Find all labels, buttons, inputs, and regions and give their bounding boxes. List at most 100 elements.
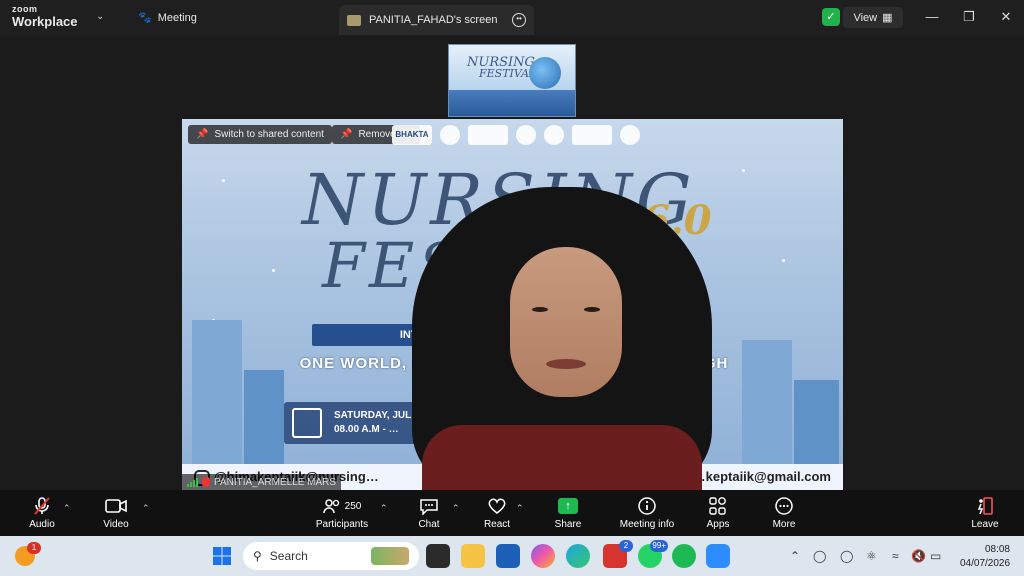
audio-options-caret-icon[interactable]: ⌃ xyxy=(63,503,71,514)
sponsor-logo-2 xyxy=(440,125,460,145)
tray-icon-3[interactable]: ⚛ xyxy=(866,549,877,563)
edge-browser-icon[interactable] xyxy=(566,544,590,568)
tray-overflow-icon[interactable]: ⌃ xyxy=(790,549,800,563)
more-dots-icon xyxy=(774,496,794,516)
windows-taskbar: 1 ⚲ Search 2 99+ ⌃ ◯ ◯ ⚛ ≈ 🔇 ▭ 08:08 04/… xyxy=(0,536,1024,576)
view-label: View xyxy=(853,11,878,24)
search-highlight-image xyxy=(371,547,409,565)
chat-bubble-icon xyxy=(419,496,439,516)
windows-start-icon[interactable] xyxy=(210,544,234,568)
slide-contact-right: …keptaiik@gmail.com xyxy=(692,469,831,484)
shared-content-thumbnail[interactable]: NURSING FESTIVAL xyxy=(448,44,576,117)
more-button[interactable]: More xyxy=(744,490,824,536)
restore-icon[interactable]: ❐ xyxy=(961,9,977,25)
globe-graphic xyxy=(529,57,561,89)
search-icon: ⚲ xyxy=(253,549,262,563)
video-label: Video xyxy=(103,519,129,530)
slide-time: 08.00 A.M - … xyxy=(334,424,399,435)
chevron-down-icon[interactable]: ⌄ xyxy=(96,11,104,22)
thumb-title-2: FESTIVAL xyxy=(479,67,537,80)
meeting-tab[interactable]: 🐾 Meeting xyxy=(138,11,197,25)
grid-icon: ▦ xyxy=(882,12,893,24)
participants-count: 250 xyxy=(344,500,362,512)
minimize-icon[interactable]: — xyxy=(924,9,940,24)
apps-label: Apps xyxy=(706,519,730,530)
participants-label: Participants xyxy=(315,519,369,530)
zoom-app-icon[interactable] xyxy=(706,544,730,568)
share-screen-icon: ↑ xyxy=(558,496,578,516)
screen-thumbnail-icon xyxy=(347,14,361,26)
share-button[interactable]: ↑ Share xyxy=(528,490,608,536)
pin-icon: 📌 xyxy=(196,129,209,140)
store-icon[interactable] xyxy=(496,544,520,568)
title-bar: zoom Workplace ⌄ 🐾 Meeting PANITIA_FAHAD… xyxy=(0,0,1024,36)
pin-icon: 📌 xyxy=(340,129,353,140)
meeting-stage: NURSING FESTIVAL NURSING FESTIVAL 6.0 IN… xyxy=(0,36,1024,490)
volume-muted-icon[interactable]: 🔇 xyxy=(911,549,926,563)
logo-big: Workplace xyxy=(12,14,78,29)
clock-time: 08:08 xyxy=(984,544,1010,555)
sponsor-logos: BHAKTA xyxy=(392,125,640,145)
mic-muted-icon xyxy=(202,477,210,487)
sponsor-logo-4 xyxy=(516,125,536,145)
audio-label: Audio xyxy=(29,519,55,530)
react-label: React xyxy=(483,519,511,530)
calendar-icon xyxy=(292,408,322,438)
logo-small: zoom xyxy=(12,4,38,14)
battery-icon[interactable]: ▭ xyxy=(930,549,941,563)
leave-button[interactable]: Leave xyxy=(945,490,1024,536)
face xyxy=(510,247,622,397)
sponsor-logo-7 xyxy=(620,125,640,145)
tray-icon-2[interactable]: ◯ xyxy=(840,549,853,563)
sponsor-logo-3 xyxy=(468,125,508,145)
spotify-icon[interactable] xyxy=(672,544,696,568)
sponsor-logo-6 xyxy=(572,125,612,145)
participants-options-caret-icon[interactable]: ⌃ xyxy=(380,503,388,514)
taskbar-search[interactable]: ⚲ Search xyxy=(243,542,419,570)
clock-date: 04/07/2026 xyxy=(960,558,1011,569)
react-button[interactable]: React xyxy=(457,490,537,536)
shield-check-icon[interactable]: ✓ xyxy=(822,8,840,26)
mic-muted-icon xyxy=(33,496,51,516)
shared-screen-tab[interactable]: PANITIA_FAHAD's screen •• xyxy=(339,5,534,35)
meeting-info-label: Meeting info xyxy=(619,519,675,530)
switch-to-shared-content-button[interactable]: 📌 Switch to shared content xyxy=(188,125,332,144)
weather-widget-icon[interactable]: 1 xyxy=(15,542,41,566)
view-button[interactable]: View ▦ xyxy=(843,7,903,28)
participants-button[interactable]: 250 Participants xyxy=(302,490,382,536)
system-clock[interactable]: 08:08 04/07/2026 xyxy=(960,543,1010,571)
more-options-icon[interactable]: •• xyxy=(512,13,526,27)
more-label: More xyxy=(772,519,796,530)
whatsapp-icon[interactable]: 99+ xyxy=(638,540,668,568)
leave-label: Leave xyxy=(971,519,999,530)
pinned-video[interactable]: NURSING FESTIVAL 6.0 INTERNATIONAL NU… …… xyxy=(182,119,843,490)
task-view-icon[interactable] xyxy=(426,544,450,568)
l-app-badge: 2 xyxy=(619,540,633,552)
react-options-caret-icon[interactable]: ⌃ xyxy=(516,503,524,514)
whatsapp-badge: 99+ xyxy=(650,540,668,552)
tray-icon-1[interactable]: ◯ xyxy=(813,549,826,563)
copilot-icon[interactable] xyxy=(531,544,555,568)
close-icon[interactable]: ✕ xyxy=(998,9,1014,25)
info-icon xyxy=(637,496,657,516)
share-label: Share xyxy=(554,519,582,530)
l-app-icon[interactable]: 2 xyxy=(603,540,633,568)
meeting-info-button[interactable]: Meeting info xyxy=(607,490,687,536)
heart-icon xyxy=(487,496,507,516)
thumb-footer-strip xyxy=(449,90,575,116)
chat-label: Chat xyxy=(418,519,440,530)
video-options-caret-icon[interactable]: ⌃ xyxy=(142,503,150,514)
sponsor-logo-5 xyxy=(544,125,564,145)
slide-date: SATURDAY, JUL… xyxy=(334,410,422,421)
file-explorer-icon[interactable] xyxy=(461,544,485,568)
wifi-icon[interactable]: ≈ xyxy=(892,549,899,563)
participant-video-figure xyxy=(412,187,712,490)
participants-icon: 250 xyxy=(322,496,362,516)
participant-name: PANITIA_ARMELLE MARS xyxy=(214,476,337,488)
leave-door-icon xyxy=(975,496,995,516)
notification-badge: 1 xyxy=(27,542,41,554)
apps-icon xyxy=(708,496,728,516)
sponsor-logo-bhakta: BHAKTA xyxy=(392,125,432,145)
paw-icon: 🐾 xyxy=(138,12,152,24)
meeting-label: Meeting xyxy=(157,11,197,24)
